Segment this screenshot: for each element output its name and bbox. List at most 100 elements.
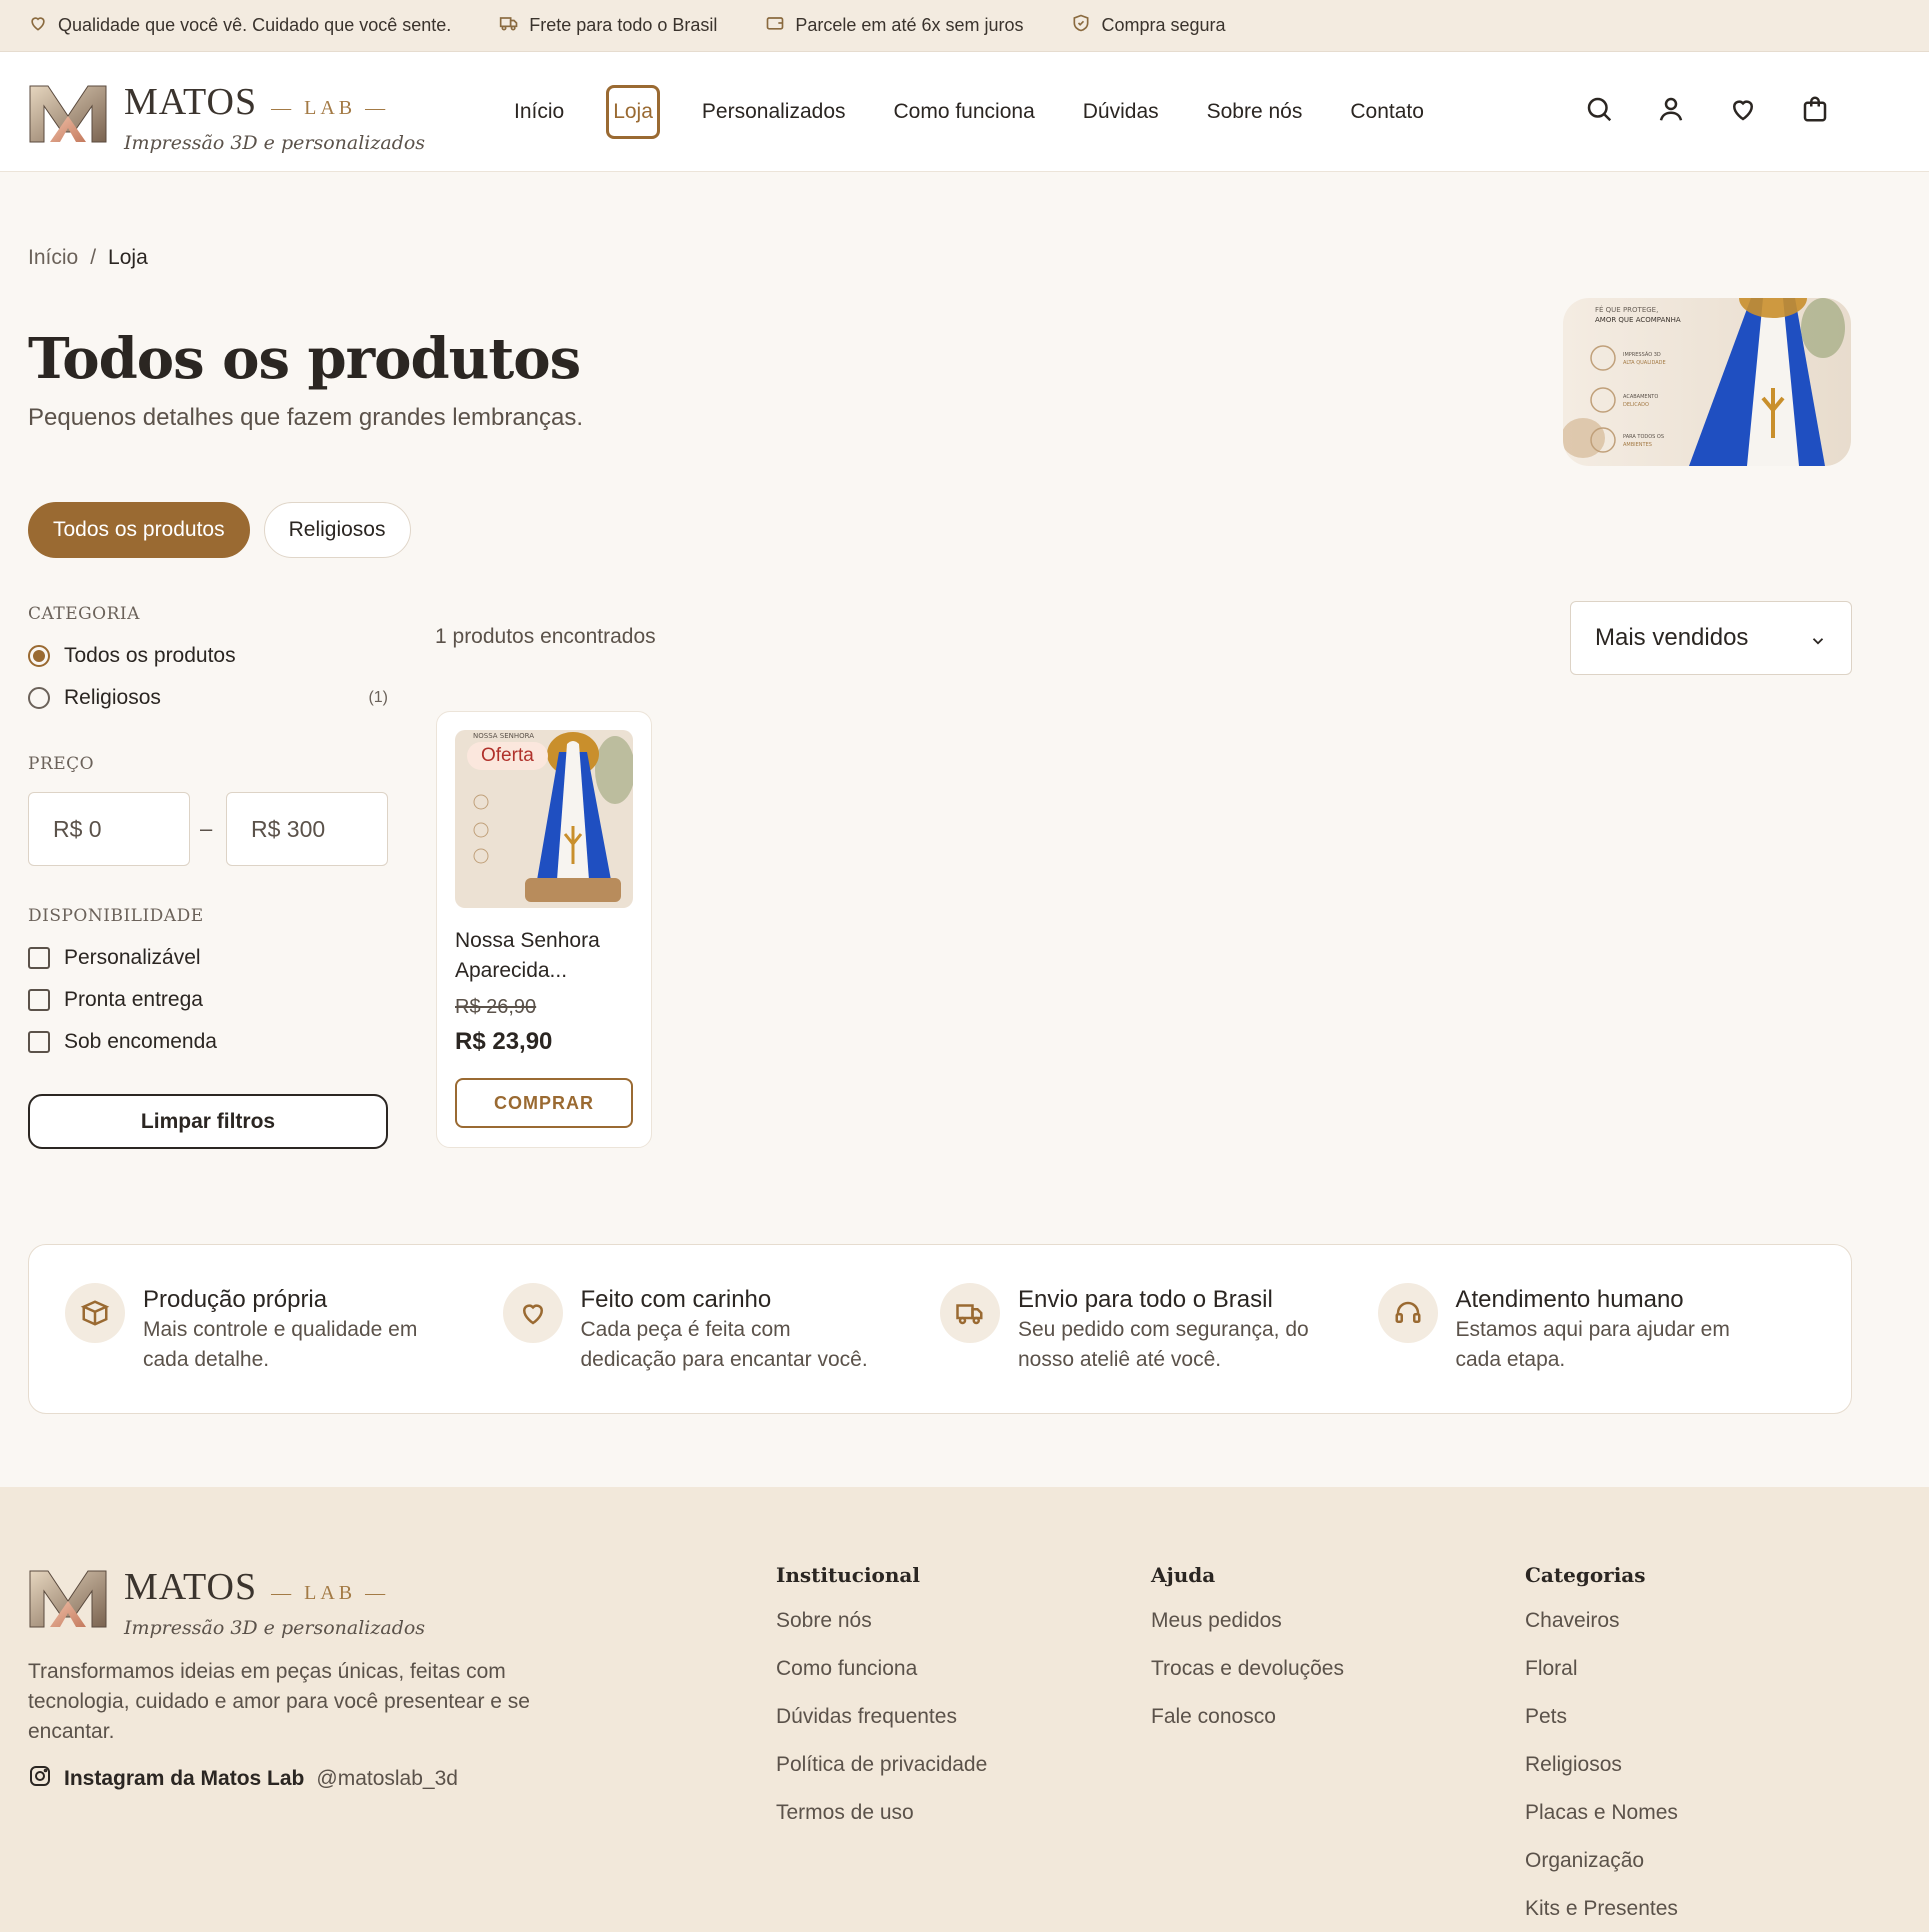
nav-duvidas[interactable]: Dúvidas xyxy=(1059,100,1183,124)
price-max-input[interactable]: R$ 300 xyxy=(226,792,388,866)
instagram-handle: @matoslab_3d xyxy=(316,1767,458,1790)
footer-link[interactable]: Termos de uso xyxy=(776,1801,987,1849)
bag-icon[interactable] xyxy=(1800,94,1830,124)
headset-icon xyxy=(1377,1283,1438,1343)
nav-como-funciona[interactable]: Como funciona xyxy=(870,100,1059,124)
clear-filters-button[interactable]: Limpar filtros xyxy=(28,1094,388,1149)
brand-tagline: Impressão 3D e personalizados xyxy=(124,132,426,154)
product-card[interactable]: NOSSA SENHORA Oferta Nossa Senhora Apare… xyxy=(436,711,652,1148)
checkbox[interactable] xyxy=(28,947,50,969)
footer-link[interactable]: Como funciona xyxy=(776,1657,987,1705)
footer-link[interactable]: Fale conosco xyxy=(1151,1705,1344,1753)
promo-banner[interactable]: FÉ QUE PROTEGE, AMOR QUE ACOMPANHA IMPRE… xyxy=(1563,298,1851,466)
product-name[interactable]: Nossa Senhora Aparecida... xyxy=(455,926,635,986)
chevron-down-icon xyxy=(1809,629,1827,647)
availability-option[interactable]: Personalizável xyxy=(28,946,388,970)
features-strip: Produção própria Mais controle e qualidad… xyxy=(28,1244,1852,1414)
footer-link[interactable]: Sobre nós xyxy=(776,1609,987,1657)
footer-link[interactable]: Política de privacidade xyxy=(776,1753,987,1801)
breadcrumb: Início / Loja xyxy=(28,246,148,270)
category-option-religiosos[interactable]: Religiosos (1) xyxy=(28,686,388,710)
pill-todos-os-produtos[interactable]: Todos os produtos xyxy=(28,502,250,558)
banner-feat3: PARA TODOS OS xyxy=(1623,434,1664,440)
footer-col-title: Institucional xyxy=(776,1563,920,1587)
checkbox[interactable] xyxy=(28,989,50,1011)
results-count: 1 produtos encontrados xyxy=(435,625,656,648)
radio[interactable] xyxy=(28,687,50,709)
availability-option[interactable]: Pronta entrega xyxy=(28,988,388,1012)
truck-icon xyxy=(499,13,519,38)
radio-selected[interactable] xyxy=(28,645,50,667)
user-icon[interactable] xyxy=(1656,94,1686,124)
truck-icon xyxy=(940,1283,1000,1343)
nav-inicio[interactable]: Início xyxy=(490,100,588,124)
announcement-text: Parcele em até 6x sem juros xyxy=(795,15,1024,35)
category-option-todos[interactable]: Todos os produtos xyxy=(28,644,388,668)
announcement-text: Compra segura xyxy=(1101,15,1226,35)
availability-option[interactable]: Sob encomenda xyxy=(28,1030,388,1054)
product-image-text: NOSSA SENHORA xyxy=(473,732,534,740)
heart-icon[interactable] xyxy=(1728,94,1758,124)
site-footer: MATOS — LAB — Impressão 3D e personalizad… xyxy=(0,1487,1929,1932)
feature-title: Produção própria xyxy=(143,1286,328,1313)
nav-personalizados[interactable]: Personalizados xyxy=(678,100,870,124)
availability-label: Pronta entrega xyxy=(64,988,203,1011)
search-icon[interactable] xyxy=(1584,94,1614,124)
feature-item: Produção própria Mais controle e qualidad… xyxy=(65,1283,503,1413)
banner-line2: AMOR QUE ACOMPANHA xyxy=(1595,316,1681,324)
shield-icon xyxy=(1071,13,1091,38)
instagram-label: Instagram da Matos Lab xyxy=(64,1767,305,1790)
footer-link[interactable]: Religiosos xyxy=(1525,1753,1678,1801)
footer-col-ajuda: Ajuda Meus pedidos Trocas e devoluções F… xyxy=(1151,1563,1344,1753)
page-title: Todos os produtos xyxy=(28,326,581,392)
heart-icon xyxy=(502,1283,563,1343)
product-old-price: R$ 26,90 xyxy=(455,996,537,1018)
breadcrumb-home[interactable]: Início xyxy=(28,246,78,270)
feature-desc: Cada peça é feita com dedicação para enc… xyxy=(580,1318,868,1371)
brand-tagline: Impressão 3D e personalizados xyxy=(124,1617,426,1639)
logo[interactable]: MATOS — LAB — Impressão 3D e personalizad… xyxy=(28,82,425,154)
nav-loja[interactable]: Loja xyxy=(606,85,660,139)
announcement-item: Frete para todo o Brasil xyxy=(499,13,717,38)
banner-line1: FÉ QUE PROTEGE, xyxy=(1595,305,1658,314)
product-price: R$ 23,90 xyxy=(455,1028,553,1055)
feature-desc: Seu pedido com segurança, do nosso ateli… xyxy=(1018,1318,1309,1371)
footer-col-institucional: Institucional Sobre nós Como funciona Dú… xyxy=(776,1563,987,1849)
nav-contato[interactable]: Contato xyxy=(1326,100,1448,124)
sort-select[interactable]: Mais vendidos xyxy=(1570,601,1852,675)
announcement-item: Qualidade que você vê. Cuidado que você … xyxy=(28,13,451,38)
page-subtitle: Pequenos detalhes que fazem grandes lemb… xyxy=(28,404,584,431)
feature-title: Feito com carinho xyxy=(580,1286,772,1313)
checkbox[interactable] xyxy=(28,1031,50,1053)
banner-feat2: ACABAMENTO xyxy=(1623,394,1658,400)
availability-heading: DISPONIBILIDADE xyxy=(28,906,204,926)
footer-link[interactable]: Dúvidas frequentes xyxy=(776,1705,987,1753)
brand-name: MATOS xyxy=(124,1566,258,1608)
product-image[interactable]: NOSSA SENHORA Oferta xyxy=(455,730,633,908)
footer-link[interactable]: Placas e Nomes xyxy=(1525,1801,1678,1849)
announcement-item: Parcele em até 6x sem juros xyxy=(765,13,1023,38)
footer-link[interactable]: Chaveiros xyxy=(1525,1609,1678,1657)
footer-logo[interactable]: MATOS — LAB — Impressão 3D e personalizad… xyxy=(28,1567,425,1639)
buy-button[interactable]: COMPRAR xyxy=(455,1078,633,1128)
brand-suffix: — LAB — xyxy=(271,1582,390,1604)
instagram-link[interactable]: Instagram da Matos Lab @matoslab_3d xyxy=(28,1764,458,1794)
announcement-text: Frete para todo o Brasil xyxy=(529,15,718,35)
footer-link[interactable]: Kits e Presentes xyxy=(1525,1897,1678,1932)
category-heading: CATEGORIA xyxy=(28,604,140,624)
feature-item: Envio para todo o Brasil Seu pedido com s… xyxy=(940,1283,1378,1413)
footer-description: Transformamos ideias em peças únicas, fe… xyxy=(28,1660,530,1743)
footer-link[interactable]: Pets xyxy=(1525,1705,1678,1753)
pill-religiosos[interactable]: Religiosos xyxy=(263,502,411,558)
footer-link[interactable]: Floral xyxy=(1525,1657,1678,1705)
box-icon xyxy=(65,1283,125,1343)
footer-link[interactable]: Trocas e devoluções xyxy=(1151,1657,1344,1705)
banner-feat2b: DELICADO xyxy=(1623,402,1649,408)
footer-link[interactable]: Organização xyxy=(1525,1849,1678,1897)
availability-label: Personalizável xyxy=(64,946,201,969)
feature-title: Envio para todo o Brasil xyxy=(1018,1286,1273,1313)
instagram-icon xyxy=(28,1764,52,1794)
price-min-input[interactable]: R$ 0 xyxy=(28,792,190,866)
footer-link[interactable]: Meus pedidos xyxy=(1151,1609,1344,1657)
nav-sobre-nos[interactable]: Sobre nós xyxy=(1183,100,1327,124)
